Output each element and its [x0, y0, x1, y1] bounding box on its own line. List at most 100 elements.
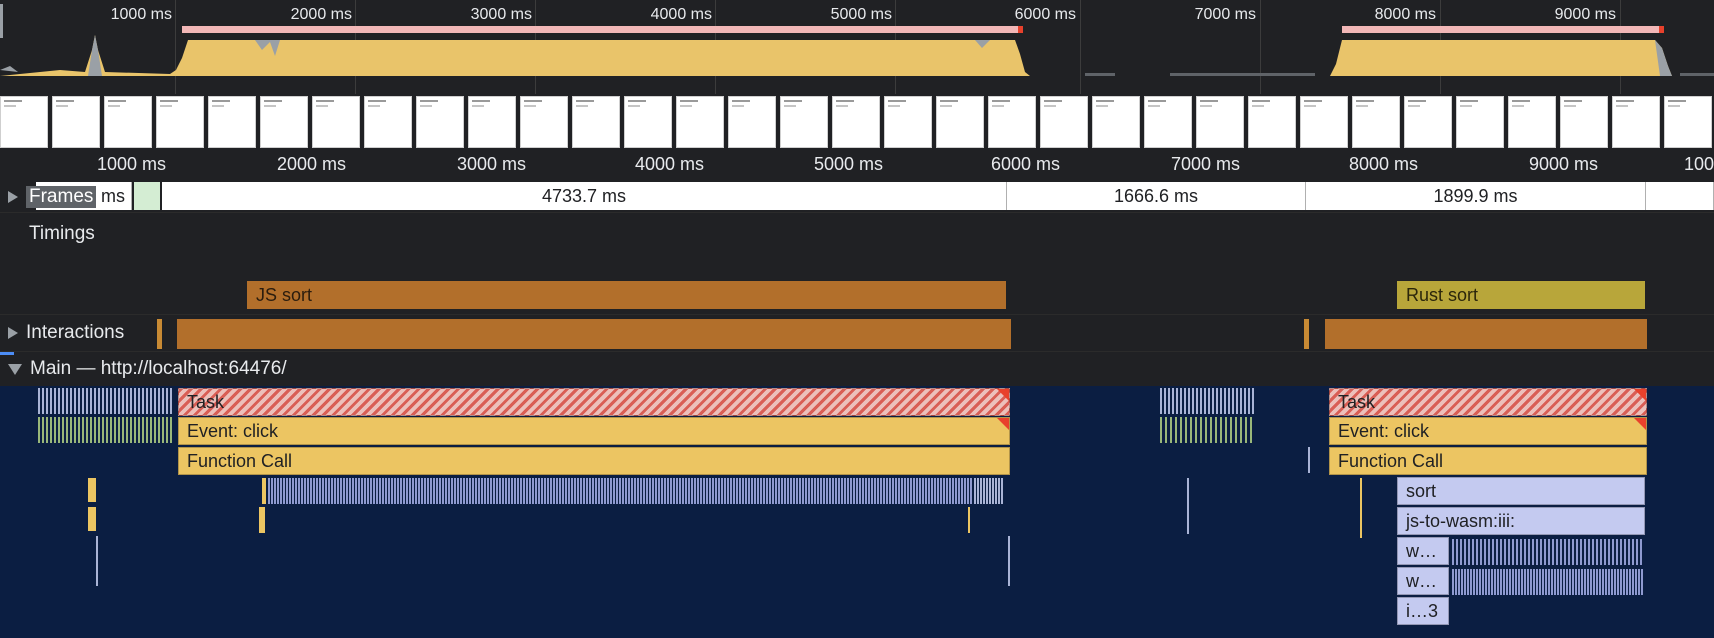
flame-mini-entry[interactable] — [286, 478, 288, 504]
flame-mini-entry[interactable] — [1240, 417, 1242, 443]
flame-mini-entry[interactable] — [58, 417, 60, 443]
flame-mini-entry[interactable] — [1476, 539, 1478, 565]
flame-mini-entry[interactable] — [358, 478, 360, 504]
flame-mini-entry[interactable] — [54, 388, 56, 414]
filmstrip-thumbnail[interactable] — [780, 96, 828, 148]
flame-mini-entry[interactable] — [1482, 569, 1484, 595]
flame-mini-entry[interactable] — [889, 478, 891, 504]
flame-mini-entry[interactable] — [102, 417, 104, 443]
flame-mini-entry[interactable] — [1506, 569, 1508, 595]
flame-mini-entry[interactable] — [427, 478, 429, 504]
flame-entry-js-to-wasm[interactable]: js-to-wasm:iii: — [1397, 507, 1645, 535]
flame-mini-entry[interactable] — [520, 478, 522, 504]
flame-mini-entry[interactable] — [793, 478, 795, 504]
flame-mini-entry[interactable] — [457, 478, 459, 504]
flame-mini-entry[interactable] — [1494, 569, 1496, 595]
flame-mini-entry[interactable] — [1235, 417, 1237, 443]
flame-mini-entry[interactable] — [838, 478, 840, 504]
timing-bar-js-sort[interactable]: JS sort — [247, 281, 1006, 309]
flame-mini-entry[interactable] — [1500, 539, 1502, 565]
flame-mini-entry[interactable] — [694, 478, 696, 504]
flame-mini-entry[interactable] — [799, 478, 801, 504]
flame-mini-entry[interactable] — [301, 478, 303, 504]
filmstrip-thumbnail[interactable] — [1456, 96, 1504, 148]
flame-mini-entry[interactable] — [1224, 388, 1226, 414]
flame-mini-entry[interactable] — [1623, 569, 1625, 595]
flame-mini-entry[interactable] — [607, 478, 609, 504]
flame-mini-entry[interactable] — [1230, 417, 1232, 443]
flame-mini-entry[interactable] — [613, 478, 615, 504]
flame-mini-entry[interactable] — [340, 478, 342, 504]
flame-mini-entry[interactable] — [784, 478, 786, 504]
flame-mini-entry[interactable] — [400, 478, 402, 504]
flame-entry-sort[interactable]: sort — [1397, 477, 1645, 505]
flame-mini-entry[interactable] — [1470, 569, 1472, 595]
flame-mini-entry[interactable] — [490, 478, 492, 504]
flame-mini-entry[interactable] — [826, 478, 828, 504]
flame-mini-entry[interactable] — [643, 478, 645, 504]
flame-mini-entry[interactable] — [787, 478, 789, 504]
flame-mini-entry[interactable] — [493, 478, 495, 504]
flame-mini-entry[interactable] — [319, 478, 321, 504]
flame-mini-entry[interactable] — [118, 388, 120, 414]
flame-entry-function-call[interactable]: Function Call — [1329, 447, 1647, 475]
flame-mini-entry[interactable] — [955, 478, 957, 504]
flame-mini-entry[interactable] — [130, 417, 132, 443]
flame-mini-entry[interactable] — [1168, 388, 1170, 414]
flame-mini-entry[interactable] — [46, 388, 48, 414]
flame-mini-entry[interactable] — [1539, 569, 1541, 595]
expand-triangle-icon[interactable] — [8, 327, 18, 339]
flame-mini-entry[interactable] — [847, 478, 849, 504]
flame-entry-task[interactable]: Task — [1329, 388, 1647, 416]
flame-mini-entry[interactable] — [1308, 447, 1310, 473]
flame-mini-entry[interactable] — [634, 478, 636, 504]
flame-entry-function-call[interactable]: Function Call — [178, 447, 1010, 475]
flame-mini-entry[interactable] — [98, 388, 100, 414]
flame-mini-entry[interactable] — [50, 417, 52, 443]
flame-mini-entry[interactable] — [841, 478, 843, 504]
flame-mini-entry[interactable] — [1536, 569, 1538, 595]
flame-mini-entry[interactable] — [289, 478, 291, 504]
flame-mini-entry[interactable] — [664, 478, 666, 504]
filmstrip-thumbnail[interactable] — [1664, 96, 1712, 148]
flame-mini-entry[interactable] — [304, 478, 306, 504]
flame-mini-entry[interactable] — [748, 478, 750, 504]
flame-mini-entry[interactable] — [667, 478, 669, 504]
flame-mini-entry[interactable] — [535, 478, 537, 504]
filmstrip-thumbnail[interactable] — [1040, 96, 1088, 148]
flame-mini-entry[interactable] — [1632, 569, 1634, 595]
flame-mini-entry[interactable] — [1564, 539, 1566, 565]
flame-entry-wasm-function[interactable]: i…3 — [1397, 597, 1449, 625]
flame-mini-entry[interactable] — [481, 478, 483, 504]
flame-mini-entry[interactable] — [406, 478, 408, 504]
flame-mini-entry[interactable] — [610, 478, 612, 504]
flame-mini-entry[interactable] — [757, 478, 759, 504]
flame-mini-entry[interactable] — [661, 478, 663, 504]
flame-mini-entry[interactable] — [1602, 569, 1604, 595]
flame-mini-entry[interactable] — [158, 417, 160, 443]
flame-mini-entry[interactable] — [532, 478, 534, 504]
flame-mini-entry[interactable] — [349, 478, 351, 504]
flame-mini-entry[interactable] — [1551, 569, 1553, 595]
flame-mini-entry[interactable] — [1187, 478, 1189, 534]
flame-entry-wasm-function[interactable]: w… — [1397, 567, 1449, 595]
flame-mini-entry[interactable] — [42, 417, 44, 443]
flame-mini-entry[interactable] — [580, 478, 582, 504]
flame-mini-entry[interactable] — [556, 478, 558, 504]
flame-mini-entry[interactable] — [974, 478, 976, 504]
flame-mini-entry[interactable] — [832, 478, 834, 504]
flame-mini-entry[interactable] — [992, 478, 994, 504]
flame-mini-entry[interactable] — [577, 478, 579, 504]
flame-mini-entry[interactable] — [913, 478, 915, 504]
flame-mini-entry[interactable] — [487, 478, 489, 504]
flame-mini-entry[interactable] — [154, 388, 156, 414]
flame-mini-entry[interactable] — [162, 417, 164, 443]
flame-mini-entry[interactable] — [1175, 417, 1177, 443]
flame-mini-entry[interactable] — [1188, 388, 1190, 414]
flame-mini-entry[interactable] — [631, 478, 633, 504]
flame-mini-entry[interactable] — [337, 478, 339, 504]
flame-mini-entry[interactable] — [496, 478, 498, 504]
flame-mini-entry[interactable] — [74, 417, 76, 443]
flame-mini-entry[interactable] — [355, 478, 357, 504]
flame-mini-entry[interactable] — [439, 478, 441, 504]
